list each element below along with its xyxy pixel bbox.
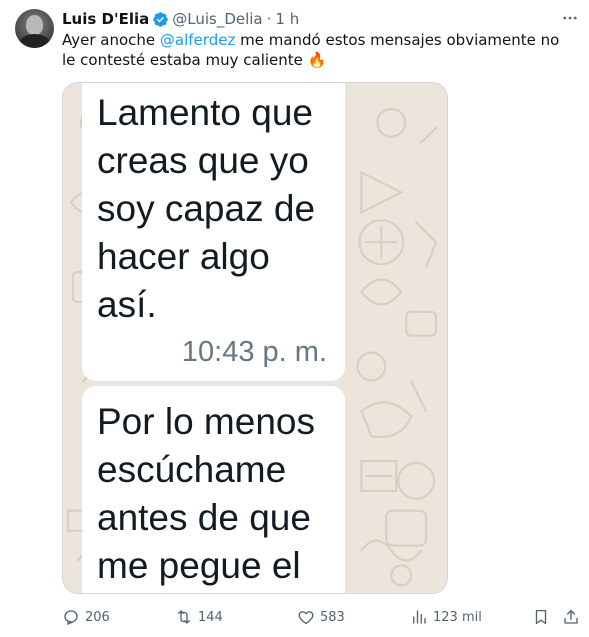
repost-icon bbox=[178, 610, 190, 624]
message-text: Lamento que creas que yo soy capaz de ha… bbox=[97, 92, 316, 325]
heart-icon bbox=[298, 611, 314, 625]
message-text: Por lo menos escúchame antes de que me p… bbox=[97, 401, 315, 586]
repost-count: 144 bbox=[198, 609, 223, 625]
fire-emoji: 🔥 bbox=[307, 51, 327, 69]
post-time[interactable]: 1 h bbox=[275, 10, 299, 28]
tweet-text-before: Ayer anoche bbox=[62, 31, 160, 49]
reply-count: 206 bbox=[85, 609, 110, 625]
views-icon bbox=[413, 610, 426, 624]
like-button[interactable]: 583 bbox=[297, 606, 345, 628]
tweet-text: Ayer anoche @alferdez me mandó estos men… bbox=[62, 30, 567, 70]
tweet-header: Luis D'Elia @Luis_Delia · 1 h bbox=[62, 9, 299, 29]
bookmark-button[interactable] bbox=[532, 606, 550, 628]
repost-button[interactable]: 144 bbox=[175, 606, 223, 628]
like-count: 583 bbox=[320, 609, 345, 625]
view-count: 123 mil bbox=[433, 609, 482, 625]
more-icon[interactable] bbox=[556, 8, 584, 28]
avatar-head bbox=[26, 15, 43, 35]
message-time: 10:43 p. m. bbox=[181, 336, 327, 368]
media-image[interactable]: Lamento que creas que yo soy capaz de ha… bbox=[62, 82, 448, 594]
avatar-body bbox=[19, 34, 50, 48]
views-button[interactable]: 123 mil bbox=[410, 606, 482, 628]
avatar[interactable] bbox=[15, 9, 54, 48]
author-name[interactable]: Luis D'Elia bbox=[62, 10, 149, 28]
bookmark-icon bbox=[535, 609, 547, 625]
mention-link[interactable]: @alferdez bbox=[160, 31, 235, 49]
verified-badge-icon bbox=[152, 11, 169, 28]
reply-button[interactable]: 206 bbox=[62, 606, 110, 628]
chat-bubble: Lamento que creas que yo soy capaz de ha… bbox=[82, 83, 345, 381]
separator-dot: · bbox=[266, 10, 272, 28]
share-icon bbox=[564, 609, 578, 624]
reply-icon bbox=[64, 610, 78, 625]
chat-bubble: Por lo menos escúchame antes de que me p… bbox=[82, 386, 345, 593]
action-bar: 206 144 583 123 mil bbox=[62, 606, 582, 628]
author-handle[interactable]: @Luis_Delia bbox=[172, 10, 262, 28]
share-button[interactable] bbox=[562, 606, 580, 628]
